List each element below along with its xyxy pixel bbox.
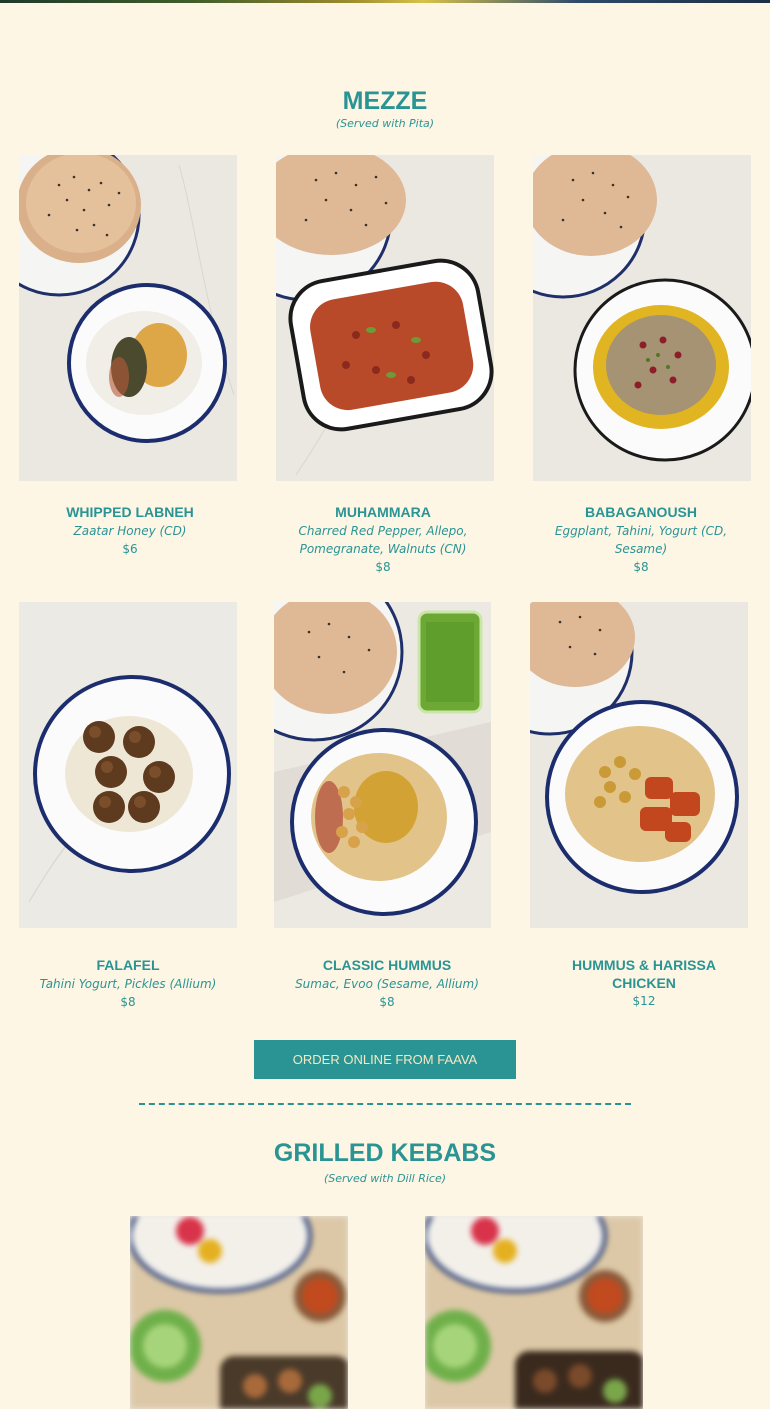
menu-item-whipped-labneh: WHIPPED LABNEH Zaatar Honey (CD) $6 xyxy=(19,503,241,558)
item-description: Sumac, Evoo (Sesame, Allium) xyxy=(295,977,479,991)
photo-falafel xyxy=(19,602,237,928)
photo-hummus-harissa-chicken xyxy=(530,602,748,928)
photo-whipped-labneh xyxy=(19,155,237,481)
item-price: $8 xyxy=(379,995,395,1009)
item-name: WHIPPED LABNEH xyxy=(66,504,194,520)
item-description: Charred Red Pepper, Allepo, Pomegranate,… xyxy=(298,524,468,556)
order-online-button[interactable]: ORDER ONLINE FROM FAAVA xyxy=(254,1040,516,1079)
item-description: Eggplant, Tahini, Yogurt (CD, Sesame) xyxy=(554,524,728,556)
item-price: $8 xyxy=(633,560,649,574)
section-title-grilled-kebabs: GRILLED KEBABS xyxy=(273,1139,497,1167)
item-price: $6 xyxy=(122,542,138,556)
menu-item-hummus-harissa-chicken: HUMMUS & HARISSA CHICKEN $12 xyxy=(539,956,749,1010)
item-price: $8 xyxy=(120,995,136,1009)
menu-item-falafel: FALAFEL Tahini Yogurt, Pickles (Allium) … xyxy=(19,956,237,1011)
menu-item-muhammara: MUHAMMARA Charred Red Pepper, Allepo, Po… xyxy=(282,503,484,576)
item-description: Tahini Yogurt, Pickles (Allium) xyxy=(39,977,217,991)
hero-image-edge xyxy=(0,0,770,3)
item-description: Zaatar Honey (CD) xyxy=(73,524,187,538)
item-name: BABAGANOUSH xyxy=(585,504,697,520)
item-name: FALAFEL xyxy=(96,957,160,973)
section-divider xyxy=(139,1103,631,1105)
item-price: $8 xyxy=(375,560,391,574)
item-name: HUMMUS & HARISSA CHICKEN xyxy=(572,957,716,991)
photo-babaganoush xyxy=(533,155,751,481)
photo-classic-hummus xyxy=(274,602,491,928)
item-price: $12 xyxy=(632,994,656,1008)
photo-kebab-1 xyxy=(130,1216,348,1409)
section-title-mezze: MEZZE xyxy=(342,87,428,115)
photo-kebab-2 xyxy=(425,1216,643,1409)
section-subtitle-grilled-kebabs: (Served with Dill Rice) xyxy=(323,1172,447,1185)
item-name: CLASSIC HUMMUS xyxy=(322,957,452,973)
menu-item-babaganoush: BABAGANOUSH Eggplant, Tahini, Yogurt (CD… xyxy=(548,503,734,576)
menu-item-classic-hummus: CLASSIC HUMMUS Sumac, Evoo (Sesame, Alli… xyxy=(274,956,500,1011)
item-name: MUHAMMARA xyxy=(335,504,431,520)
photo-muhammara xyxy=(276,155,494,481)
section-subtitle-mezze: (Served with Pita) xyxy=(335,117,435,130)
